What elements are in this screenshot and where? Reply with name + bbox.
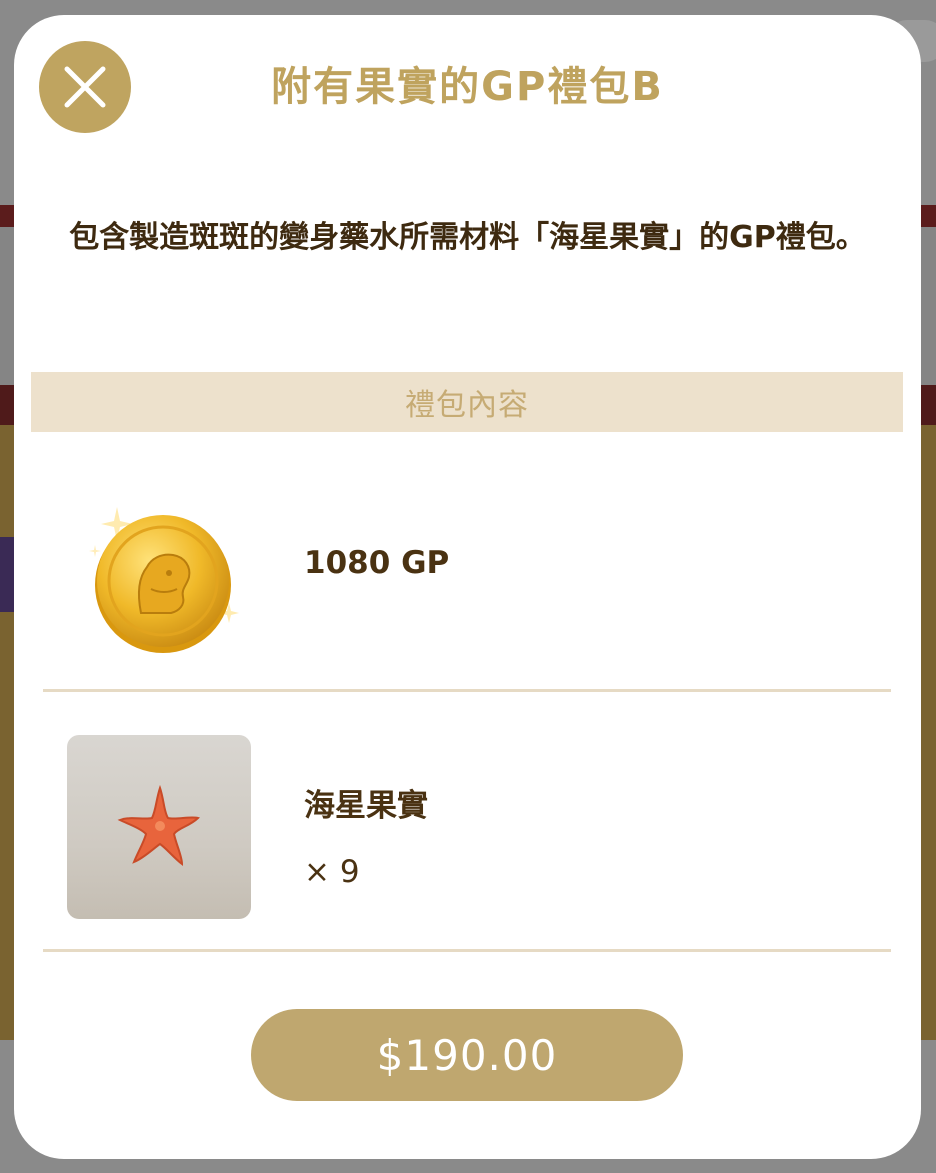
divider — [43, 949, 891, 952]
gold-coin-icon — [81, 493, 241, 653]
section-header: 禮包內容 — [31, 372, 903, 432]
modal-title: 附有果實的GP禮包B — [271, 64, 664, 110]
pack-item-gp: 1080 GP — [43, 475, 891, 692]
gift-pack-modal: 附有果實的GP禮包B 包含製造斑斑的變身藥水所需材料「海星果實」的GP禮包。 禮… — [14, 15, 921, 1159]
item-thumbnail — [67, 735, 251, 919]
purchase-button[interactable]: $190.00 — [251, 1009, 683, 1101]
pack-item-starfish: 海星果實 × 9 — [43, 692, 891, 952]
close-button[interactable] — [39, 41, 131, 133]
item-label: 海星果實 — [304, 788, 428, 824]
starfish-icon — [117, 784, 200, 867]
item-label: 1080 GP — [304, 545, 450, 581]
pack-description: 包含製造斑斑的變身藥水所需材料「海星果實」的GP禮包。 — [69, 220, 866, 255]
close-icon — [64, 66, 106, 108]
item-quantity: × 9 — [304, 854, 360, 890]
